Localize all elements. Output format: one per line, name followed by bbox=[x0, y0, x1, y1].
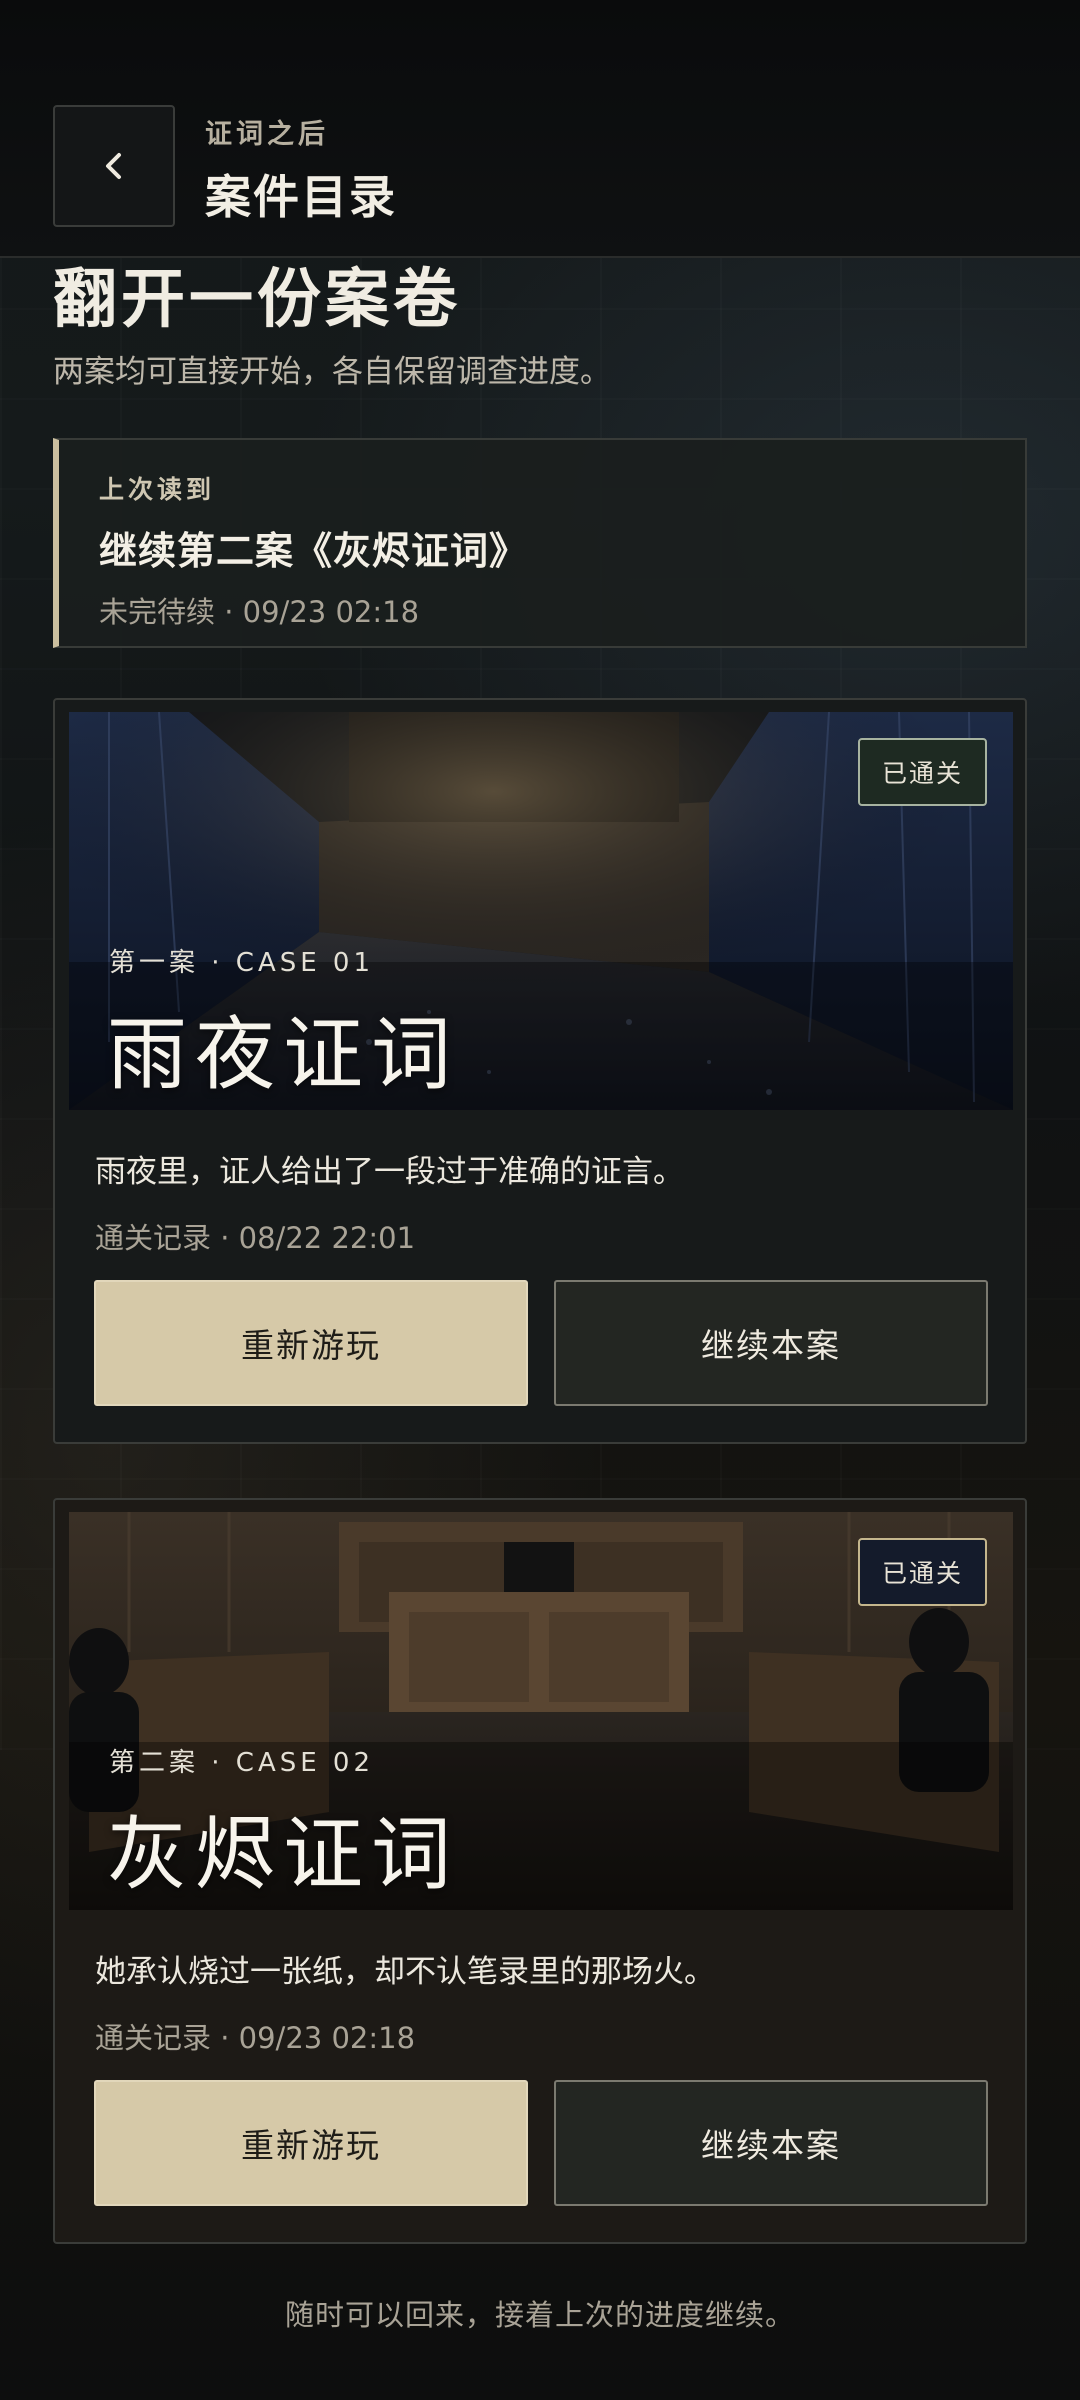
case-card-1: 已通关 第一案 · CASE 01 雨夜证词 雨夜里，证人给出了一段过于准确的证… bbox=[53, 698, 1027, 1444]
footer-note: 随时可以回来，接着上次的进度继续。 bbox=[284, 2298, 795, 2332]
case-2-banner: 已通关 第二案 · CASE 02 灰烬证词 bbox=[69, 1512, 1013, 1910]
last-read-tag: 上次读到 bbox=[99, 475, 216, 504]
cleared-badge: 已通关 bbox=[857, 738, 987, 806]
page-title: 案件目录 bbox=[205, 170, 397, 224]
back-button[interactable] bbox=[53, 105, 175, 227]
replay-button[interactable]: 重新游玩 bbox=[94, 1280, 528, 1406]
case-1-actions: 重新游玩 继续本案 bbox=[94, 1280, 988, 1406]
case-card-2: 已通关 第二案 · CASE 02 灰烬证词 她承认烧过一张纸，却不认笔录里的那… bbox=[53, 1498, 1027, 2244]
case-name: 雨夜证词 bbox=[107, 1008, 459, 1101]
header-subtitle: 证词之后 bbox=[205, 119, 329, 150]
top-bar: 证词之后 案件目录 bbox=[0, 0, 1080, 258]
case-record: 通关记录 · 08/22 22:01 bbox=[95, 1221, 416, 1255]
hero-subtitle: 两案均可直接开始，各自保留调查进度。 bbox=[53, 354, 611, 390]
last-read-meta: 未完待续 · 09/23 02:18 bbox=[99, 595, 420, 629]
continue-button[interactable]: 继续本案 bbox=[554, 1280, 988, 1406]
case-description: 她承认烧过一张纸，却不认笔录里的那场火。 bbox=[95, 1954, 715, 1990]
case-name: 灰烬证词 bbox=[107, 1808, 459, 1901]
header-text: 证词之后 案件目录 bbox=[205, 112, 397, 227]
replay-button[interactable]: 重新游玩 bbox=[94, 2080, 528, 2206]
last-read-title: 继续第二案《灰烬证词》 bbox=[99, 529, 529, 573]
case-label: 第一案 · CASE 01 bbox=[109, 948, 375, 978]
hero-title: 翻开一份案卷 bbox=[53, 262, 461, 337]
case-1-banner: 已通关 第一案 · CASE 01 雨夜证词 bbox=[69, 712, 1013, 1110]
continue-button[interactable]: 继续本案 bbox=[554, 2080, 988, 2206]
case-label: 第二案 · CASE 02 bbox=[109, 1748, 375, 1778]
case-description: 雨夜里，证人给出了一段过于准确的证言。 bbox=[95, 1154, 684, 1190]
chevron-left-icon bbox=[106, 153, 121, 179]
last-read-card[interactable]: 上次读到 继续第二案《灰烬证词》 未完待续 · 09/23 02:18 bbox=[53, 438, 1027, 648]
case-2-actions: 重新游玩 继续本案 bbox=[94, 2080, 988, 2206]
cleared-badge: 已通关 bbox=[857, 1538, 987, 1606]
case-record: 通关记录 · 09/23 02:18 bbox=[95, 2021, 416, 2055]
